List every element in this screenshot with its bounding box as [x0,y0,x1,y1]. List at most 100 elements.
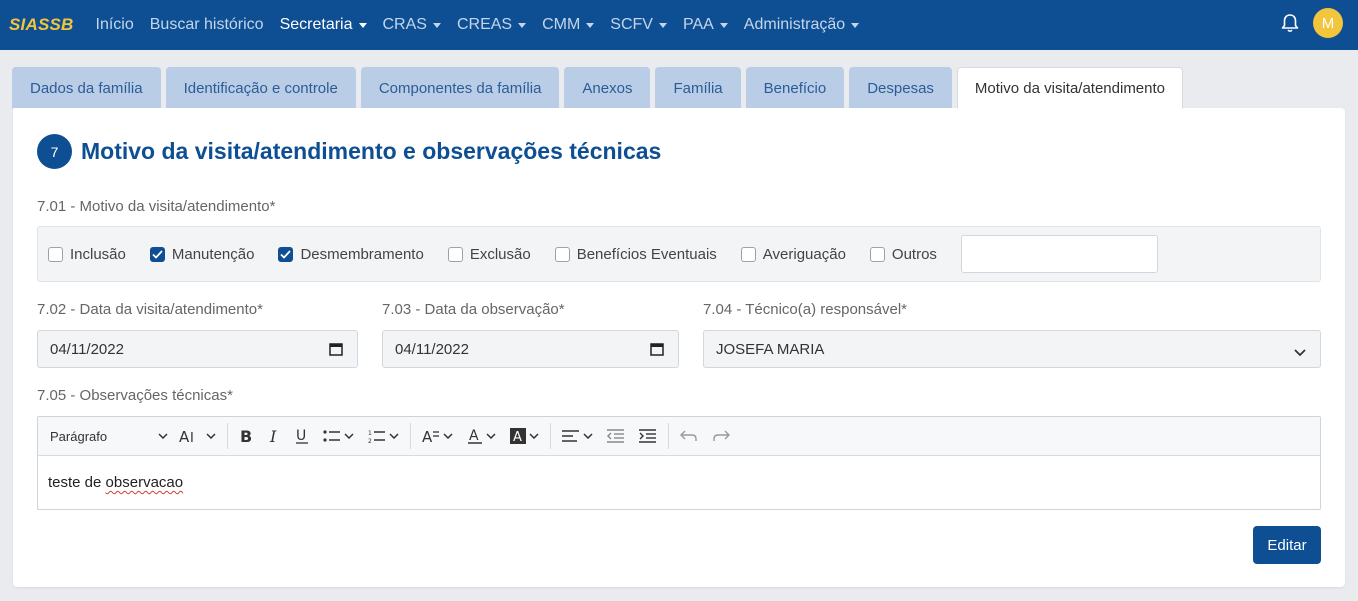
checkbox-box[interactable] [48,246,63,262]
chevron-down-icon [719,22,728,28]
nav-paa[interactable]: PAA [683,16,728,34]
section-header: 7 Motivo da visita/atendimento e observa… [37,134,661,169]
toolbar-divider [227,423,228,449]
tab-despesas[interactable]: Despesas [849,67,952,109]
checkbox-beneficios-eventuais[interactable]: Benefícios Eventuais [554,246,717,263]
svg-text:A: A [513,430,522,444]
tab-motivo-visita[interactable]: Motivo da visita/atendimento [956,67,1184,109]
checkbox-label: Inclusão [70,245,126,263]
tecnico-value: JOSEFA MARIA [716,340,825,358]
checkbox-exclusao[interactable]: Exclusão [447,245,531,263]
nav-secretaria[interactable]: Secretaria [280,16,367,34]
rich-text-editor: Parágrafo AI B I U 12 A A A teste de obs… [37,416,1321,510]
checkbox-averiguacao[interactable]: Averiguação [740,246,846,263]
undo-icon[interactable] [680,423,698,449]
chevron-down-icon [658,22,667,28]
paragraph-style-select[interactable]: Parágrafo [50,429,172,444]
outros-text-input[interactable] [960,235,1158,273]
tecnico-select[interactable]: JOSEFA MARIA [703,330,1321,368]
checkbox-box[interactable] [554,246,570,262]
numbered-list-icon[interactable]: 12 [368,423,399,449]
svg-text:1: 1 [368,430,372,437]
motivo-label: 7.01 - Motivo da visita/atendimento* [37,198,276,215]
svg-text:B: B [240,428,252,444]
font-color-icon[interactable]: A [467,423,496,449]
motivo-checkbox-group: Inclusão Manutenção Desmembramento Exclu… [37,226,1321,282]
bell-icon[interactable] [1280,12,1300,34]
font-size-icon[interactable]: AI [179,423,216,449]
tab-anexos[interactable]: Anexos [564,67,651,109]
checkbox-outros[interactable]: Outros [869,245,937,263]
edit-button[interactable]: Editar [1253,526,1321,564]
svg-text:A: A [179,428,190,444]
tab-beneficio[interactable]: Benefício [745,67,845,109]
nav-cmm[interactable]: CMM [542,16,595,34]
toolbar-divider [668,423,669,449]
nav-secretaria-label: Secretaria [279,16,353,33]
background-color-icon[interactable]: A [510,423,539,449]
nav-cmm-label: CMM [542,16,581,33]
navbar-user-area: M [1280,8,1343,38]
checkbox-box-checked[interactable] [149,246,165,262]
nav-creas-label: CREAS [456,16,513,33]
bulleted-list-icon[interactable] [323,423,354,449]
calendar-icon[interactable] [650,342,664,360]
observacoes-label: 7.05 - Observações técnicas* [37,387,233,404]
nav-inicio-label: Início [95,16,134,33]
data-visita-value: 04/11/2022 [50,340,124,358]
user-avatar[interactable]: M [1313,8,1343,38]
text-style-icon[interactable]: A [422,423,453,449]
calendar-icon[interactable] [329,342,343,360]
nav-scfv[interactable]: SCFV [610,16,667,34]
data-visita-date-input[interactable]: 04/11/2022 [37,330,358,368]
checkbox-label: Exclusão [469,245,531,263]
checkbox-box[interactable] [740,246,756,262]
chevron-down-icon [358,22,367,28]
bold-icon[interactable]: B [239,423,253,449]
top-navbar: SIASSB Início Buscar histórico Secretari… [0,0,1358,50]
checkbox-manutencao[interactable]: Manutenção [149,245,255,263]
form-card: 7 Motivo da visita/atendimento e observa… [13,108,1345,587]
tecnico-label: 7.04 - Técnico(a) responsável* [703,301,907,318]
svg-text:I: I [269,428,277,444]
tab-familia[interactable]: Família [655,67,741,109]
editor-text-misspelled: observacao [105,474,184,491]
section-number-badge: 7 [37,134,72,169]
nav-cras[interactable]: CRAS [383,16,441,34]
chevron-down-icon [1294,344,1306,361]
data-observacao-date-input[interactable]: 04/11/2022 [382,330,679,368]
chevron-down-icon [158,433,168,439]
checkbox-box[interactable] [869,246,885,262]
underline-icon[interactable]: U [295,423,309,449]
editor-toolbar: Parágrafo AI B I U 12 A A A [38,417,1320,456]
nav-creas[interactable]: CREAS [456,16,527,34]
outdent-icon[interactable] [607,423,625,449]
svg-text:A: A [469,428,479,444]
brand-logo[interactable]: SIASSB [9,15,74,35]
nav-inicio[interactable]: Início [96,16,134,34]
checkbox-box-checked[interactable] [278,246,294,262]
checkbox-label: Outros [891,245,937,263]
align-left-icon[interactable] [562,423,593,449]
paragraph-style-value: Parágrafo [50,428,108,444]
checkbox-desmembramento[interactable]: Desmembramento [278,246,424,263]
indent-icon[interactable] [639,423,657,449]
checkbox-box[interactable] [447,246,463,262]
svg-text:I: I [190,431,194,444]
tab-identificacao-controle[interactable]: Identificação e controle [165,67,356,109]
nav-buscar-historico[interactable]: Buscar histórico [150,16,264,34]
checkbox-label: Manutenção [171,245,255,263]
editor-content-area[interactable]: teste de observacao [38,456,1320,509]
chevron-down-icon [432,22,441,28]
svg-text:U: U [296,428,306,444]
section-title: Motivo da visita/atendimento e observaçõ… [81,138,662,164]
checkbox-inclusao[interactable]: Inclusão [48,246,126,263]
chevron-down-icon [851,22,860,28]
redo-icon[interactable] [712,423,730,449]
tab-dados-familia[interactable]: Dados da família [12,67,161,109]
italic-icon[interactable]: I [267,423,281,449]
nav-administracao[interactable]: Administração [744,16,860,34]
data-observacao-label: 7.03 - Data da observação* [382,301,565,318]
tab-componentes-familia[interactable]: Componentes da família [360,67,560,109]
data-observacao-value: 04/11/2022 [395,340,469,358]
